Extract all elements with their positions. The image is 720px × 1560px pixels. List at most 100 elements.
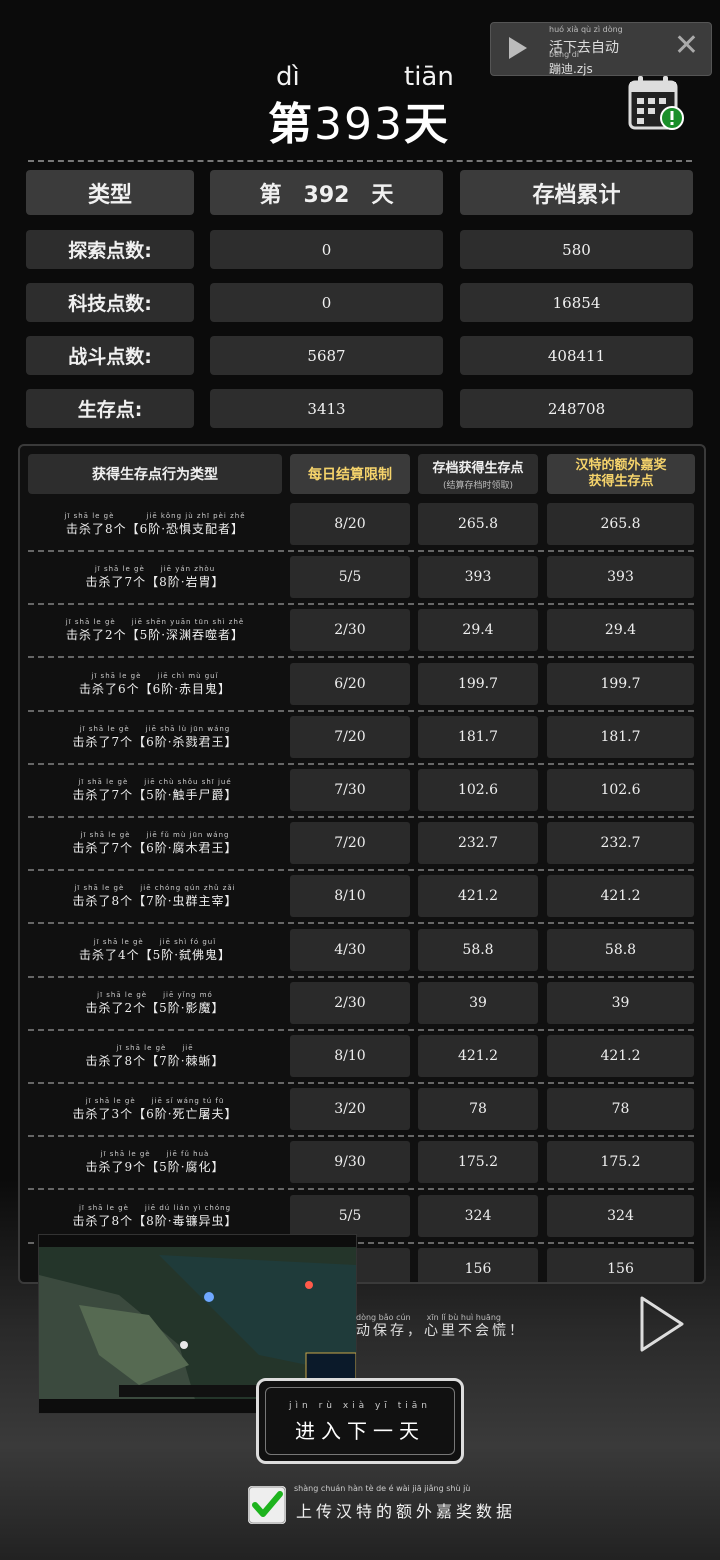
row-action-pinyin: jī shā le gè jiē xyxy=(116,1044,194,1052)
next-day-label: 进入下一天 xyxy=(295,1419,425,1443)
row-action-name: 击杀了8个【6阶·恐惧支配者】 xyxy=(65,522,245,536)
col-header-bonus: 汉特的额外嘉奖 获得生存点 xyxy=(547,454,695,494)
row-action-type: jī shā le gè jiē yǐng mó 击杀了2个【5阶·影魔】 xyxy=(28,978,282,1028)
row-action-pinyin: jī shā le gè jiē chóng qún zhǔ zǎi xyxy=(74,884,236,893)
table-row: jī shā le gè jiē yán zhòu 击杀了7个【8阶·岩胄】 5/5… xyxy=(28,552,694,606)
row-limit: 2/30 xyxy=(290,609,410,652)
row-action-name: 击杀了7个【5阶·触手尸爵】 xyxy=(72,788,238,802)
row-action-name: 击杀了4个【5阶·弑佛鬼】 xyxy=(78,947,232,962)
row-action-pinyin: jī shā le gè jiē chù shǒu shī jué xyxy=(78,778,232,786)
divider xyxy=(28,160,692,162)
row-limit: 2/30 xyxy=(290,981,410,1024)
row-archive-points: 39 xyxy=(418,981,538,1024)
row-archive-points: 29.4 xyxy=(418,609,538,652)
banner-line1-pinyin: huó xià qù zì dòng xyxy=(549,25,623,34)
row-action-name: 击杀了6个【6阶·赤目鬼】 xyxy=(78,681,232,696)
upload-checkbox[interactable] xyxy=(248,1486,286,1524)
row-action-pinyin: jī shā le gè jiē kǒng jù zhī pèi zhě xyxy=(64,512,246,520)
row-limit: 9/30 xyxy=(290,1141,410,1184)
summary-total-battle: 408411 xyxy=(460,336,693,375)
row-bonus-points: 421.2 xyxy=(547,875,694,918)
row-bonus-points: 181.7 xyxy=(547,715,694,758)
title-prefix: 第 xyxy=(268,99,314,150)
row-action-pinyin: jī shā le gè jiē dú lián yì chóng xyxy=(78,1203,232,1212)
row-limit: 8/20 xyxy=(290,503,410,545)
summary-day-tech: 0 xyxy=(210,283,443,322)
row-limit: 8/10 xyxy=(290,1035,410,1077)
row-limit: 4/30 xyxy=(290,928,410,971)
row-action-type: jī shā le gè jiē chóng qún zhǔ zǎi 击杀了8个【… xyxy=(28,871,282,921)
row-action-type: jī shā le gè jiē shā lù jūn wáng 击杀了7个【6阶… xyxy=(28,712,282,762)
row-bonus-points: 78 xyxy=(547,1088,694,1131)
row-bonus-points: 232.7 xyxy=(547,822,694,865)
survival-points-table[interactable]: 获得生存点行为类型 每日结算限制 存档获得生存点 (结算存档时领取) 汉特的额外嘉… xyxy=(18,444,706,1284)
table-row: jī shā le gè jiē chì mù guǐ 击杀了6个【6阶·赤目鬼】… xyxy=(28,659,694,712)
row-bonus-points: 156 xyxy=(547,1247,694,1282)
row-action-name: 击杀了7个【6阶·杀戮君王】 xyxy=(72,734,238,749)
row-action-type: jī shā le gè jiē kǒng jù zhī pèi zhě 击杀了8… xyxy=(28,499,282,549)
row-archive-points: 232.7 xyxy=(418,822,538,865)
row-limit: 5/5 xyxy=(290,556,410,599)
row-action-name: 击杀了8个【7阶·棘蜥】 xyxy=(85,1054,225,1068)
row-action-pinyin: jī shā le gè jiē yán zhòu xyxy=(94,565,216,574)
row-archive-points: 102.6 xyxy=(418,769,538,811)
calendar-check-icon[interactable] xyxy=(628,74,684,132)
row-action-type: jī shā le gè jiē fǔ huà 击杀了9个【5阶·腐化】 xyxy=(28,1137,282,1187)
day-title: dì tiān 第393天 xyxy=(260,62,470,150)
row-bonus-points: 324 xyxy=(547,1194,694,1237)
close-icon[interactable]: ✕ xyxy=(674,31,699,61)
row-archive-points: 393 xyxy=(418,556,538,599)
table-row: jī shā le gè jiē shì fó guǐ 击杀了4个【5阶·弑佛鬼】… xyxy=(28,925,694,978)
summary-total-survival: 248708 xyxy=(460,389,693,428)
row-bonus-points: 58.8 xyxy=(547,928,694,971)
row-action-name: 击杀了2个【5阶·深渊吞噬者】 xyxy=(65,628,245,643)
row-action-pinyin: jī shā le gè jiē shā lù jūn wáng xyxy=(79,724,231,733)
row-action-pinyin: jī shā le gè jiē yǐng mó xyxy=(97,990,213,999)
table-row: jī shā le gè jiē fǔ huà 击杀了9个【5阶·腐化】 9/30 1… xyxy=(28,1137,694,1191)
table-row: jī shā le gè jiē shēn yuān tūn shì zhě 击杀… xyxy=(28,605,694,659)
summary-day-battle: 5687 xyxy=(210,336,443,375)
script-banner[interactable]: huó xià qù zì dòng 活下去自动 bèng dí 蹦迪.zjs … xyxy=(490,22,712,76)
row-action-pinyin: jī shā le gè jiē sǐ wáng tú fū xyxy=(85,1097,225,1106)
table-row: jī shā le gè jiē sǐ wáng tú fū 击杀了3个【6阶·死… xyxy=(28,1084,694,1138)
row-archive-points: 265.8 xyxy=(418,503,538,545)
row-action-name: 击杀了8个【8阶·毒镰异虫】 xyxy=(72,1213,238,1228)
title-day-number: 393 xyxy=(314,99,404,150)
play-icon[interactable] xyxy=(509,37,527,59)
tip-text: 动保存，心里不会慌！ xyxy=(356,1323,526,1339)
summary-header-total: 存档累计 xyxy=(460,170,693,215)
row-limit: 7/20 xyxy=(290,715,410,758)
row-bonus-points: 39 xyxy=(547,981,694,1024)
upload-label: 上传汉特的额外嘉奖数据 xyxy=(296,1502,517,1521)
summary-label-battle: 战斗点数: xyxy=(26,336,194,375)
row-archive-points: 421.2 xyxy=(418,1035,538,1077)
table-row: jī shā le gè jiē chóng qún zhǔ zǎi 击杀了8个【… xyxy=(28,871,694,925)
summary-total-tech: 16854 xyxy=(460,283,693,322)
table-row: jī shā le gè jiē fǔ mù jūn wáng 击杀了7个【6阶·… xyxy=(28,818,694,872)
next-page-arrow-icon[interactable] xyxy=(638,1296,686,1352)
row-archive-points: 175.2 xyxy=(418,1141,538,1184)
row-action-type: jī shā le gè jiē shēn yuān tūn shì zhě 击杀… xyxy=(28,605,282,655)
row-action-type: jī shā le gè jiē 击杀了8个【7阶·棘蜥】 xyxy=(28,1031,282,1081)
next-day-button[interactable]: jìn rù xià yī tiān 进入下一天 xyxy=(256,1378,464,1464)
row-action-name: 击杀了3个【6阶·死亡屠夫】 xyxy=(72,1107,238,1122)
col-header-limit: 每日结算限制 xyxy=(290,454,410,494)
banner-line2: 蹦迪.zjs xyxy=(549,62,593,76)
summary-day-survival: 3413 xyxy=(210,389,443,428)
table-row: jī shā le gè jiē 击杀了8个【7阶·棘蜥】 8/10 421.2 421… xyxy=(28,1031,694,1084)
row-limit: 5/5 xyxy=(290,1194,410,1237)
summary-header-day: 第 392 天 xyxy=(210,170,443,215)
row-archive-points: 58.8 xyxy=(418,928,538,971)
row-action-type: jī shā le gè jiē fǔ mù jūn wáng 击杀了7个【6阶·… xyxy=(28,818,282,868)
summary-day-explore: 0 xyxy=(210,230,443,269)
row-archive-points: 421.2 xyxy=(418,875,538,918)
row-archive-points: 156 xyxy=(418,1247,538,1282)
next-day-pinyin: jìn rù xià yī tiān xyxy=(289,1401,431,1411)
row-action-pinyin: jī shā le gè jiē fǔ huà xyxy=(100,1150,210,1159)
row-action-name: 击杀了7个【6阶·腐木君王】 xyxy=(72,841,238,856)
row-action-type: jī shā le gè jiē chù shǒu shī jué 击杀了7个【5… xyxy=(28,765,282,815)
summary-label-survival: 生存点: xyxy=(26,389,194,428)
summary-label-tech: 科技点数: xyxy=(26,283,194,322)
row-limit: 8/10 xyxy=(290,875,410,918)
summary-total-explore: 580 xyxy=(460,230,693,269)
